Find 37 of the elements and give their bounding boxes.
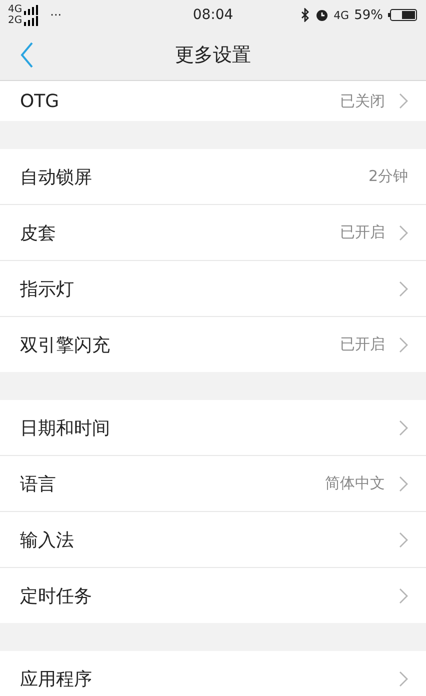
- settings-row[interactable]: 自动锁屏 2分钟: [0, 149, 426, 205]
- setting-label: 定时任务: [20, 584, 92, 608]
- bluetooth-icon: [300, 8, 310, 22]
- settings-row[interactable]: 指示灯: [0, 261, 426, 317]
- setting-value: 已关闭: [340, 92, 385, 110]
- setting-value: 已开启: [340, 335, 385, 354]
- settings-row[interactable]: 定时任务: [0, 568, 426, 623]
- settings-row[interactable]: 语言 简体中文: [0, 456, 426, 512]
- setting-label: 输入法: [20, 528, 74, 552]
- signal-icon: [24, 16, 40, 26]
- settings-row[interactable]: OTG 已关闭: [0, 81, 426, 121]
- page-title: 更多设置: [175, 43, 251, 68]
- settings-row[interactable]: 双引擎闪充 已开启: [0, 317, 426, 372]
- settings-row[interactable]: 皮套 已开启: [0, 205, 426, 261]
- battery-icon: [388, 8, 418, 22]
- setting-label: 指示灯: [20, 278, 74, 300]
- setting-value: 已开启: [340, 223, 385, 242]
- settings-row[interactable]: 输入法: [0, 512, 426, 568]
- setting-label: 日期和时间: [20, 416, 110, 440]
- setting-value: 简体中文: [325, 474, 385, 493]
- setting-value: 2分钟: [368, 167, 408, 186]
- status-time: 08:04: [192, 7, 234, 23]
- signal-icon: [24, 5, 40, 15]
- network-type: 4G: [8, 4, 22, 15]
- settings-row[interactable]: 日期和时间: [0, 400, 426, 456]
- alarm-icon: [314, 8, 329, 22]
- network-type: 2G: [8, 15, 22, 26]
- setting-label: 应用程序: [20, 668, 92, 690]
- setting-label: 双引擎闪充: [20, 334, 110, 356]
- settings-row[interactable]: 应用程序: [0, 651, 426, 696]
- setting-label: 语言: [20, 472, 56, 496]
- more-indicator: ···: [50, 8, 62, 22]
- data-indicator: 4G: [334, 8, 350, 22]
- battery-percent: 59%: [354, 8, 383, 22]
- setting-label: 皮套: [20, 222, 56, 244]
- setting-label: OTG: [20, 90, 60, 112]
- setting-label: 自动锁屏: [20, 166, 92, 188]
